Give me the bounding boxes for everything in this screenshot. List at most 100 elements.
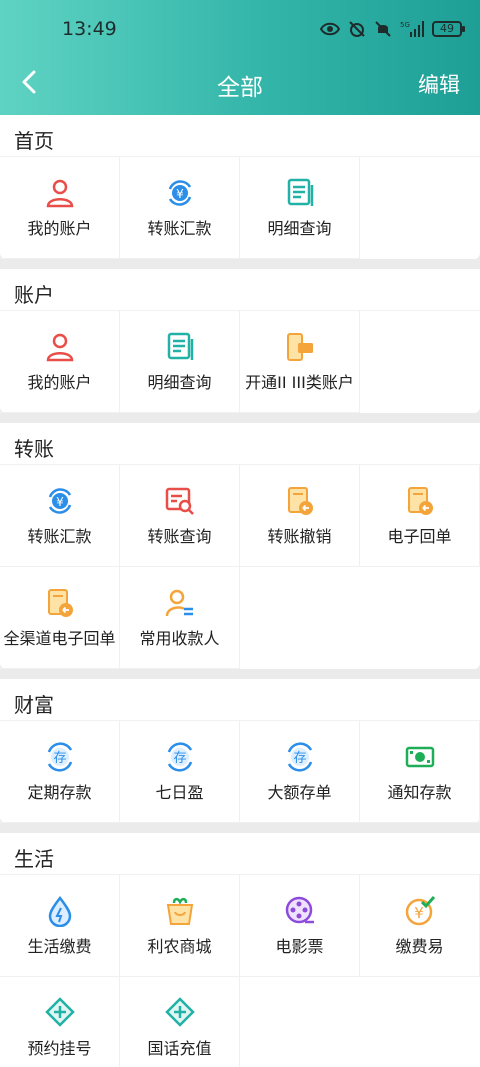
deposit-icon: 存: [284, 741, 316, 773]
empty-cell: [360, 977, 480, 1067]
menu-item-label: 预约挂号: [27, 1039, 92, 1058]
empty-cell: [360, 157, 480, 259]
menu-item[interactable]: ¥ 转账汇款: [120, 157, 240, 259]
yuan-transfer-icon: ¥: [44, 485, 76, 517]
menu-item-label: 大额存单: [267, 783, 332, 802]
card-phone-icon: [284, 331, 316, 363]
receipt-undo-icon: [284, 485, 316, 517]
svg-text:存: 存: [53, 751, 66, 766]
menu-item-label: 利农商城: [147, 937, 212, 956]
menu-item[interactable]: 开通II III类账户: [240, 311, 360, 413]
signal-icon: 5G: [400, 21, 424, 37]
section-grid: ¥ 转账汇款 转账查询 转账撤销 电子回单全渠道电子回单 常用收款人: [0, 465, 480, 669]
menu-item[interactable]: 电影票: [240, 875, 360, 977]
section-grid: 我的账户 明细查询 开通II III类账户: [0, 311, 480, 413]
menu-item[interactable]: 常用收款人: [120, 567, 240, 669]
menu-item-label: 国话充值: [147, 1039, 212, 1058]
menu-item[interactable]: ¥ 缴费易: [360, 875, 480, 977]
status-icons: 5G 49: [320, 18, 465, 40]
menu-item[interactable]: 全渠道电子回单: [0, 567, 120, 669]
battery-icon: 49: [432, 21, 465, 37]
document-list-icon: [164, 331, 196, 363]
svg-text:存: 存: [293, 751, 306, 766]
person-icon: [44, 177, 76, 209]
alarm-off-icon: [349, 21, 365, 37]
menu-item[interactable]: 利农商城: [120, 875, 240, 977]
menu-item[interactable]: 转账撤销: [240, 465, 360, 567]
page-title: 全部: [217, 75, 263, 101]
yuan-transfer-icon: ¥: [164, 177, 196, 209]
menu-item[interactable]: 明细查询: [120, 311, 240, 413]
menu-item[interactable]: 电子回单: [360, 465, 480, 567]
menu-item-label: 转账撤销: [267, 527, 332, 546]
empty-cell: [360, 567, 480, 669]
bell-mute-icon: [375, 21, 391, 37]
menu-item[interactable]: 生活缴费: [0, 875, 120, 977]
menu-item-label: 明细查询: [267, 219, 332, 238]
section-1: 账户我的账户 明细查询 开通II III类账户: [0, 269, 480, 413]
empty-cell: [360, 311, 480, 413]
svg-text:¥: ¥: [176, 187, 184, 201]
deposit-icon: 存: [164, 741, 196, 773]
menu-item[interactable]: ¥ 转账汇款: [0, 465, 120, 567]
empty-cell: [240, 567, 360, 669]
svg-text:存: 存: [173, 751, 186, 766]
empty-cell: [240, 977, 360, 1067]
payee-icon: [164, 587, 196, 619]
section-3: 财富存定期存款存七日盈存大额存单 通知存款: [0, 679, 480, 823]
eye-icon: [320, 22, 340, 36]
menu-item-label: 转账汇款: [27, 527, 92, 546]
menu-item[interactable]: 转账查询: [120, 465, 240, 567]
menu-item[interactable]: 我的账户: [0, 311, 120, 413]
film-reel-icon: [284, 895, 316, 927]
menu-item-label: 开通II III类账户: [245, 373, 354, 392]
menu-item-label: 明细查询: [147, 373, 212, 392]
nav-bar: 全部 编辑: [0, 58, 480, 115]
edit-button[interactable]: 编辑: [418, 69, 460, 99]
menu-item-label: 电影票: [275, 937, 324, 956]
section-title: 财富: [0, 679, 480, 721]
section-grid: 存定期存款存七日盈存大额存单 通知存款: [0, 721, 480, 823]
medical-cross-icon: [164, 997, 196, 1029]
receipt-undo-icon: [44, 587, 76, 619]
svg-text:¥: ¥: [414, 904, 424, 922]
menu-item-label: 我的账户: [27, 219, 92, 238]
section-grid: 生活缴费 利农商城 电影票 ¥ 缴费易预约挂号 国话充值: [0, 875, 480, 1067]
menu-item-label: 我的账户: [27, 373, 92, 392]
menu-item-label: 通知存款: [387, 783, 452, 802]
shopping-bag-icon: [164, 895, 196, 927]
menu-item-label: 缴费易: [395, 937, 444, 956]
menu-item-label: 转账查询: [147, 527, 212, 546]
person-icon: [44, 331, 76, 363]
deposit-icon: 存: [44, 741, 76, 773]
menu-item-label: 七日盈: [155, 783, 204, 802]
menu-item-label: 定期存款: [27, 783, 92, 802]
menu-item[interactable]: 明细查询: [240, 157, 360, 259]
document-list-icon: [284, 177, 316, 209]
status-bar: 13:49 5G 49: [0, 0, 480, 58]
menu-item-label: 常用收款人: [139, 629, 220, 648]
medical-cross-icon: [44, 997, 76, 1029]
doc-search-icon: [164, 485, 196, 517]
menu-item[interactable]: 国话充值: [120, 977, 240, 1067]
menu-item[interactable]: 存七日盈: [120, 721, 240, 823]
menu-item[interactable]: 存大额存单: [240, 721, 360, 823]
menu-item[interactable]: 存定期存款: [0, 721, 120, 823]
menu-content: 首页 我的账户 ¥ 转账汇款 明细查询 账户 我的账户 明细查询 开通II III类账户 转账 ¥ 转…: [0, 115, 480, 1067]
menu-item[interactable]: 预约挂号: [0, 977, 120, 1067]
section-0: 首页我的账户 ¥ 转账汇款 明细查询: [0, 115, 480, 259]
menu-item[interactable]: 我的账户: [0, 157, 120, 259]
header: 13:49 5G 49 全部 编辑: [0, 0, 480, 115]
cash-note-icon: [404, 741, 436, 773]
menu-item[interactable]: 通知存款: [360, 721, 480, 823]
section-title: 转账: [0, 423, 480, 465]
receipt-undo-icon: [404, 485, 436, 517]
section-2: 转账 ¥ 转账汇款 转账查询 转账撤销 电子回单全渠道电子回单 常用收款人: [0, 423, 480, 669]
menu-item-label: 转账汇款: [147, 219, 212, 238]
section-4: 生活 生活缴费 利农商城 电影票 ¥ 缴费易 预约挂号 国话充值: [0, 833, 480, 1067]
section-title: 首页: [0, 115, 480, 157]
svg-text:¥: ¥: [56, 495, 64, 509]
section-title: 账户: [0, 269, 480, 311]
status-time: 13:49: [62, 18, 117, 40]
yuan-check-icon: ¥: [404, 895, 436, 927]
